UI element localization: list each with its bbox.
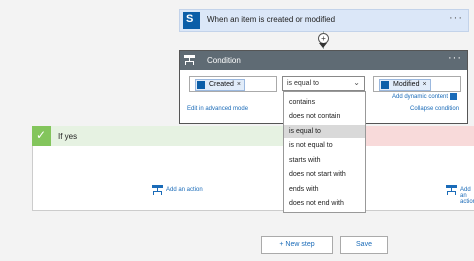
add-action-link-yes[interactable]: Add an action: [166, 187, 203, 193]
new-step-button[interactable]: + New step: [261, 236, 333, 254]
sharepoint-icon: S: [183, 12, 200, 29]
chevron-down-icon: ⌄: [353, 78, 360, 87]
created-token[interactable]: Created ×: [195, 79, 245, 91]
if-yes-label: If yes: [58, 132, 78, 141]
condition-title: Condition: [207, 56, 241, 65]
token-label: Modified: [393, 81, 420, 88]
dropdown-option[interactable]: starts with: [284, 154, 365, 167]
add-action-icon[interactable]: [446, 185, 457, 195]
dropdown-option[interactable]: does not start with: [284, 168, 365, 181]
add-action-icon[interactable]: [152, 185, 163, 195]
operator-select[interactable]: is equal to ⌄: [282, 76, 365, 91]
remove-token-icon[interactable]: ×: [237, 81, 241, 88]
check-glyph: ✓: [36, 128, 47, 142]
dropdown-option[interactable]: does not end with: [284, 197, 365, 210]
sharepoint-icon: [197, 81, 205, 89]
right-operand-field[interactable]: Modified ×: [373, 76, 461, 92]
branch-body: [32, 146, 474, 211]
token-label: Created: [209, 81, 234, 88]
dropdown-option[interactable]: is not equal to: [284, 139, 365, 152]
trigger-card[interactable]: S When an item is created or modified ··…: [179, 9, 469, 32]
check-icon: ✓: [32, 126, 51, 146]
condition-header[interactable]: Condition ···: [180, 51, 467, 70]
condition-icon: [184, 55, 195, 65]
add-action-link-no[interactable]: Add an action: [460, 187, 474, 205]
dropdown-option[interactable]: contains: [284, 96, 365, 109]
dropdown-option[interactable]: does not contain: [284, 110, 365, 123]
collapse-condition-link[interactable]: Collapse condition: [410, 106, 459, 112]
trigger-title: When an item is created or modified: [207, 15, 336, 24]
dropdown-option[interactable]: ends with: [284, 183, 365, 196]
left-operand-field[interactable]: Created ×: [189, 76, 277, 92]
connector-arrow-icon: [319, 43, 327, 48]
modified-token[interactable]: Modified ×: [379, 79, 431, 91]
sharepoint-icon: [381, 81, 389, 89]
condition-more-icon[interactable]: ···: [448, 52, 462, 64]
edit-advanced-mode-link[interactable]: Edit in advanced mode: [187, 106, 248, 112]
remove-token-icon[interactable]: ×: [422, 81, 426, 88]
add-dynamic-content-link[interactable]: Add dynamic content: [392, 94, 448, 100]
if-no-branch-header[interactable]: [365, 126, 474, 146]
dynamic-content-icon[interactable]: [450, 93, 457, 100]
operator-value: is equal to: [287, 80, 319, 87]
dropdown-option-selected[interactable]: is equal to: [284, 125, 365, 138]
trigger-more-icon[interactable]: ···: [449, 12, 463, 24]
save-button[interactable]: Save: [340, 236, 388, 254]
operator-dropdown-list: contains does not contain is equal to is…: [283, 91, 366, 213]
